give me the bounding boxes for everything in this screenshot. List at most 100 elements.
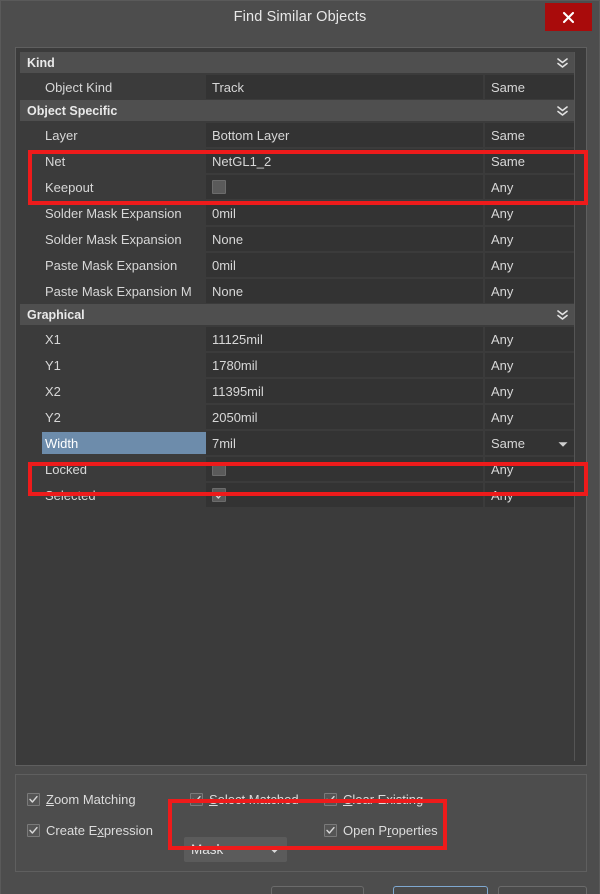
property-value[interactable]: NetGL1_2 (206, 149, 483, 173)
page-title: Find Similar Objects (233, 8, 367, 25)
property-label: Selected (45, 487, 96, 503)
property-value[interactable]: Bottom Layer (206, 123, 483, 147)
property-match-value: Any (491, 205, 514, 221)
property-match-value: Any (491, 383, 514, 399)
property-value[interactable]: 1780mil (206, 353, 483, 377)
property-row[interactable]: Solder Mask Expansion None Any (20, 226, 576, 252)
checkbox-select-matched[interactable]: Select Matched (190, 792, 299, 807)
property-value-checkbox-cell[interactable] (206, 483, 483, 507)
apply-button[interactable]: Apply (271, 886, 364, 894)
checkbox-box (212, 488, 226, 502)
property-row[interactable]: Y1 1780mil Any (20, 352, 576, 378)
property-match-mode[interactable]: Any (485, 405, 575, 429)
property-match-mode[interactable]: Any (485, 227, 575, 251)
property-row[interactable]: X1 11125mil Any (20, 326, 576, 352)
property-value[interactable]: 11125mil (206, 327, 483, 351)
property-match-mode[interactable]: Any (485, 483, 575, 507)
property-value[interactable]: 0mil (206, 253, 483, 277)
ok-button[interactable]: OK (393, 886, 488, 894)
property-row[interactable]: Locked Any (20, 456, 576, 482)
property-label: Paste Mask Expansion (45, 257, 178, 273)
section-header-kind[interactable]: Kind (20, 52, 576, 74)
close-button[interactable] (545, 3, 592, 31)
property-row[interactable]: Solder Mask Expansion 0mil Any (20, 200, 576, 226)
property-match-value: Any (491, 179, 514, 195)
checkbox-label: Open Properties (343, 823, 438, 838)
section-header-graphical[interactable]: Graphical (20, 304, 576, 326)
checkbox-box (27, 793, 40, 806)
property-match-mode[interactable]: Same (485, 123, 575, 147)
property-value[interactable]: Track (206, 75, 483, 99)
property-match-mode[interactable]: Any (485, 279, 575, 303)
property-label: Solder Mask Expansion (45, 205, 182, 221)
property-match-value: Any (491, 257, 514, 273)
property-value[interactable]: 0mil (206, 201, 483, 225)
property-value[interactable]: None (206, 227, 483, 251)
property-row[interactable]: Width 7mil Same (20, 430, 576, 456)
section-header-label: Object Specific (27, 103, 118, 118)
property-row[interactable]: X2 11395mil Any (20, 378, 576, 404)
chevron-double-down-icon[interactable] (556, 307, 569, 322)
checkbox-zoom-matching[interactable]: Zoom Matching (27, 792, 136, 807)
property-row[interactable]: Object Kind Track Same (20, 74, 576, 100)
cancel-button[interactable]: Cancel (498, 886, 587, 894)
property-match-mode[interactable]: Any (485, 379, 575, 403)
checkbox-box (212, 462, 226, 476)
property-label: Y2 (45, 409, 61, 425)
property-match-value: Same (491, 127, 525, 143)
property-match-value: Any (491, 461, 514, 477)
properties-list-panel: Kind Object Kind Track Same Object Specific L… (15, 47, 587, 766)
property-match-mode[interactable]: Any (485, 253, 575, 277)
chevron-double-down-icon[interactable] (556, 103, 569, 118)
property-match-value: Any (491, 487, 514, 503)
property-value[interactable]: 11395mil (206, 379, 483, 403)
checkbox-clear-existing[interactable]: Clear Existing (324, 792, 423, 807)
property-value-checkbox-cell[interactable] (206, 175, 483, 199)
property-label: Paste Mask Expansion M (45, 283, 192, 299)
property-match-value: Same (491, 435, 525, 451)
dialog-body: Kind Object Kind Track Same Object Specific L… (1, 32, 599, 894)
property-label: Locked (45, 461, 87, 477)
property-match-mode[interactable]: Any (485, 327, 575, 351)
property-value-checkbox-cell[interactable] (206, 457, 483, 481)
property-match-value: Any (491, 283, 514, 299)
property-match-value: Any (491, 409, 514, 425)
property-row[interactable]: Paste Mask Expansion M None Any (20, 278, 576, 304)
property-match-mode[interactable]: Any (485, 457, 575, 481)
property-row[interactable]: Y2 2050mil Any (20, 404, 576, 430)
property-row[interactable]: Paste Mask Expansion 0mil Any (20, 252, 576, 278)
checkbox-label: Create Expression (46, 823, 153, 838)
property-match-mode[interactable]: Same (485, 149, 575, 173)
checkbox-box (27, 824, 40, 837)
mask-select-value: Mask (191, 842, 224, 857)
checkbox-open-properties[interactable]: Open Properties (324, 823, 438, 838)
section-header-object-specific[interactable]: Object Specific (20, 100, 576, 122)
property-match-mode[interactable]: Same (485, 75, 575, 99)
property-match-mode[interactable]: Any (485, 201, 575, 225)
list-scroll-gutter[interactable] (574, 52, 582, 761)
chevron-double-down-icon[interactable] (556, 55, 569, 70)
chevron-down-icon[interactable] (558, 436, 568, 451)
property-match-mode[interactable]: Same (485, 431, 575, 455)
property-label: Net (45, 153, 66, 169)
property-match-value: Any (491, 357, 514, 373)
property-label: Object Kind (45, 79, 113, 95)
title-bar: Find Similar Objects (1, 1, 599, 32)
property-match-mode[interactable]: Any (485, 353, 575, 377)
property-label: Solder Mask Expansion (45, 231, 182, 247)
property-row[interactable]: Layer Bottom Layer Same (20, 122, 576, 148)
mask-select[interactable]: Mask (184, 837, 287, 862)
property-label: X2 (45, 383, 61, 399)
property-row[interactable]: Keepout Any (20, 174, 576, 200)
checkbox-create-expression[interactable]: Create Expression (27, 823, 153, 838)
checkbox-box (190, 793, 203, 806)
property-match-value: Any (491, 331, 514, 347)
property-value[interactable]: 7mil (206, 431, 483, 455)
property-value[interactable]: 2050mil (206, 405, 483, 429)
section-header-label: Graphical (27, 307, 85, 322)
property-label: Width (42, 432, 206, 454)
property-match-mode[interactable]: Any (485, 175, 575, 199)
property-row[interactable]: Selected Any (20, 482, 576, 508)
property-row[interactable]: Net NetGL1_2 Same (20, 148, 576, 174)
property-value[interactable]: None (206, 279, 483, 303)
